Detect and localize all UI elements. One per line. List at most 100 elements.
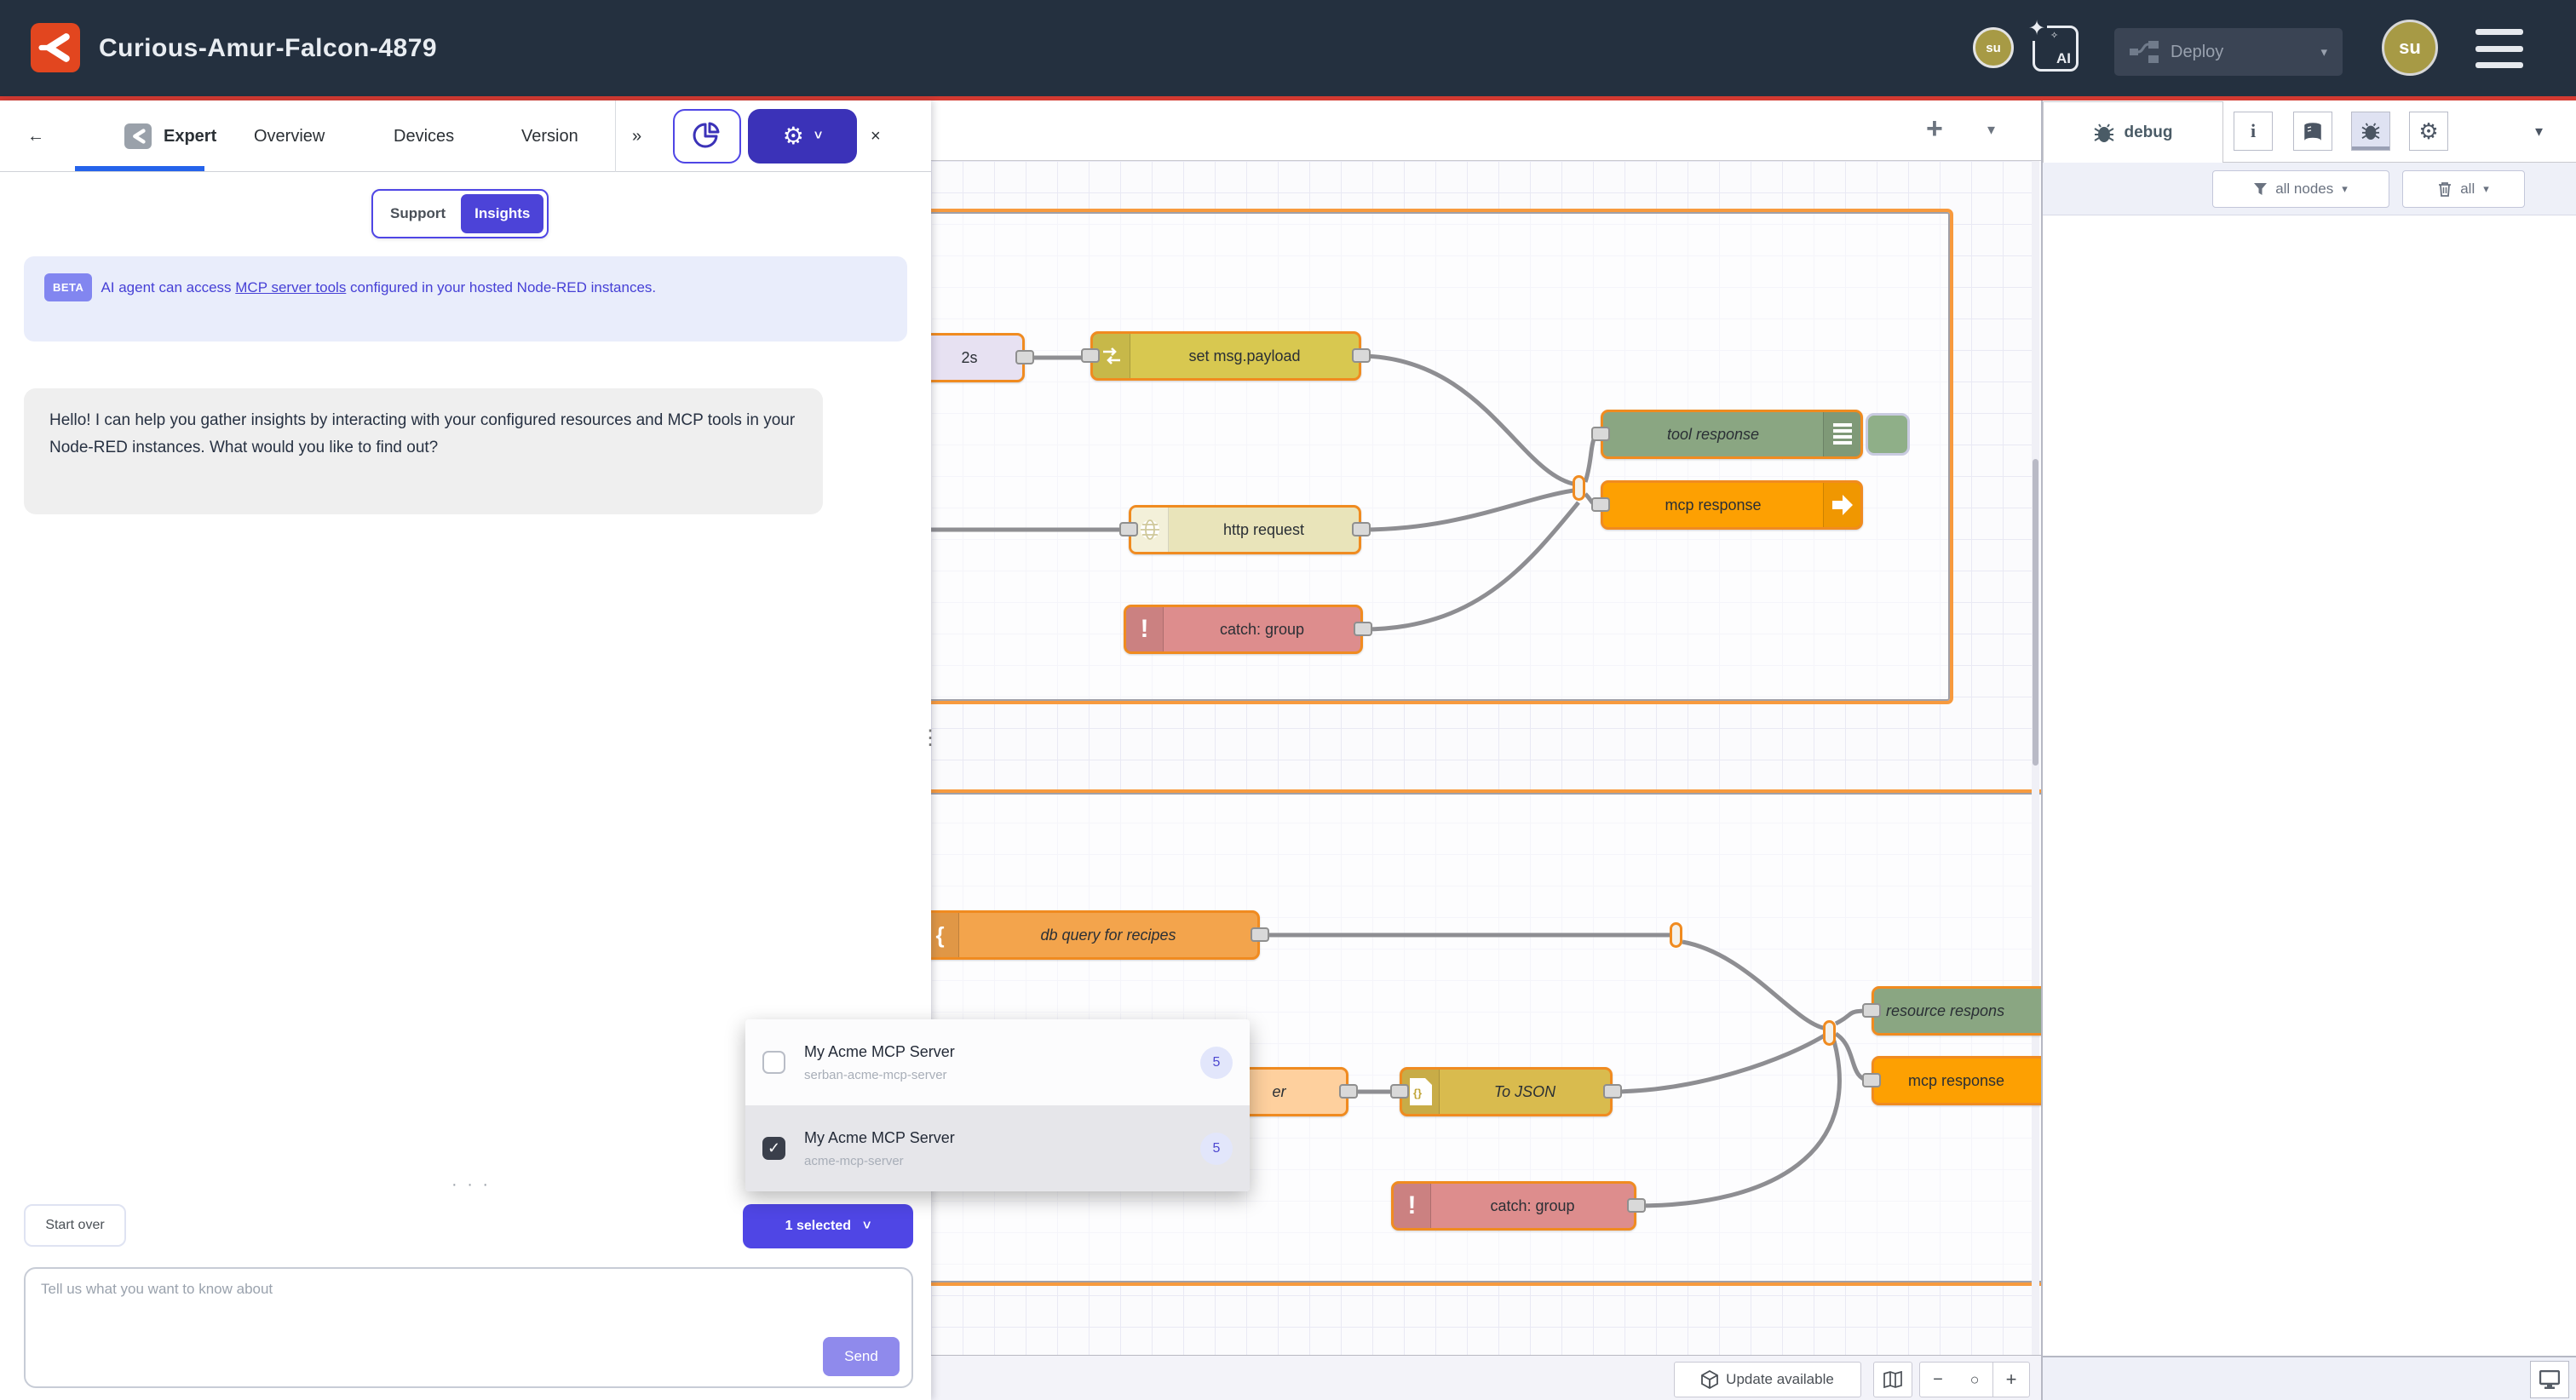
resize-grip-dots[interactable]: · · ·: [451, 1175, 491, 1195]
toggle-insights[interactable]: Insights: [461, 194, 543, 233]
node-mcp-response-1[interactable]: mcp response: [1601, 480, 1863, 530]
output-port[interactable]: [1251, 927, 1269, 942]
insights-pie-button[interactable]: [673, 109, 741, 164]
tab-devices[interactable]: Devices: [394, 100, 454, 172]
sidebar-menu-caret-icon[interactable]: ▾: [2535, 123, 2543, 141]
update-available-button[interactable]: Update available: [1674, 1362, 1861, 1397]
close-panel-icon[interactable]: ×: [871, 100, 881, 172]
scrollbar-thumb[interactable]: [2033, 459, 2038, 766]
funnel-icon: [2254, 183, 2267, 195]
back-arrow-icon[interactable]: ←: [27, 100, 44, 172]
deploy-caret-icon[interactable]: ▾: [2320, 44, 2327, 60]
node-to-json[interactable]: {} To JSON: [1400, 1067, 1613, 1116]
config-gear-icon[interactable]: ⚙: [2409, 112, 2448, 151]
input-port[interactable]: [1862, 1073, 1881, 1087]
mcp-server-option[interactable]: My Acme MCP Server serban-acme-mcp-serve…: [745, 1019, 1250, 1105]
debug-enable-toggle[interactable]: [1866, 413, 1910, 456]
node-resource-response[interactable]: resource respons: [1872, 986, 2041, 1036]
divider: [615, 100, 616, 172]
output-port[interactable]: [1352, 522, 1371, 536]
node-catch-group-2[interactable]: ! catch: group: [1391, 1181, 1636, 1231]
input-port[interactable]: [1390, 1084, 1409, 1099]
canvas-footer: Update available − ○ +: [931, 1355, 2041, 1400]
node-set-msg-payload[interactable]: set msg.payload: [1090, 331, 1361, 381]
flow-list-caret-icon[interactable]: ▾: [1987, 121, 1995, 139]
filter-nodes-dropdown[interactable]: all nodes ▾: [2212, 170, 2389, 208]
input-port[interactable]: [1862, 1003, 1881, 1018]
catch-exclaim-icon: !: [1126, 607, 1164, 651]
svg-text:{}: {}: [1413, 1087, 1422, 1099]
output-port[interactable]: [1339, 1084, 1358, 1099]
flow-editor-canvas[interactable]: 2s set msg.payload http request ! catch:…: [931, 100, 2041, 1400]
debug-footer: [2043, 1356, 2576, 1400]
info-tab-icon[interactable]: i: [2234, 112, 2273, 151]
canvas-scrollbar[interactable]: [2032, 161, 2039, 1355]
input-port[interactable]: [1591, 427, 1610, 441]
debug-tab-icon[interactable]: [2351, 112, 2390, 151]
workspace-tabbar: + ▾: [931, 100, 2041, 161]
help-book-icon[interactable]: [2293, 112, 2332, 151]
output-port[interactable]: [1603, 1084, 1622, 1099]
output-port[interactable]: [1015, 350, 1034, 364]
node-inject-2s[interactable]: 2s: [931, 333, 1025, 382]
caret-down-icon: ▾: [2342, 182, 2348, 196]
node-db-query[interactable]: { db query for recipes: [931, 910, 1260, 960]
zoom-out-button[interactable]: −: [1919, 1362, 1957, 1397]
node-tool-response[interactable]: tool response: [1601, 410, 1863, 459]
message-input[interactable]: [41, 1281, 773, 1374]
brace-icon: {: [931, 913, 959, 957]
ai-assistant-panel: ← Expert Overview Devices Version » ⚙ ˅ …: [0, 100, 931, 1400]
clear-messages-dropdown[interactable]: all ▾: [2402, 170, 2525, 208]
add-flow-icon[interactable]: +: [1926, 112, 1943, 146]
node-catch-group-1[interactable]: ! catch: group: [1124, 605, 1363, 654]
tab-version[interactable]: Version: [521, 100, 578, 172]
deploy-button[interactable]: Deploy ▾: [2114, 28, 2343, 76]
mcp-server-option[interactable]: ✓ My Acme MCP Server acme-mcp-server 5: [745, 1105, 1250, 1191]
package-icon: [1701, 1370, 1718, 1389]
main-menu-icon[interactable]: [2475, 29, 2523, 68]
panel-resize-dots-icon[interactable]: ⋮: [920, 729, 940, 748]
tab-overview[interactable]: Overview: [254, 100, 325, 172]
tab-expert[interactable]: Expert: [164, 100, 216, 172]
mcp-server-tools-link[interactable]: MCP server tools: [235, 279, 346, 295]
beta-notice: BETAAI agent can access MCP server tools…: [24, 256, 907, 341]
top-navbar: Curious-Amur-Falcon-4879 su ✦ ✧ AI Deplo…: [0, 0, 2576, 96]
toggle-support[interactable]: Support: [377, 194, 459, 233]
flowfuse-logo-icon[interactable]: [31, 23, 80, 72]
wire-junction[interactable]: [1823, 1020, 1836, 1046]
input-port[interactable]: [1591, 497, 1610, 512]
ai-assistant-icon[interactable]: ✦ ✧ AI: [2033, 26, 2079, 72]
input-port[interactable]: [1119, 522, 1138, 536]
node-http-request[interactable]: http request: [1129, 505, 1361, 554]
user-avatar[interactable]: su: [2382, 20, 2438, 76]
wire-junction[interactable]: [1573, 475, 1585, 501]
output-port[interactable]: [1627, 1198, 1646, 1213]
zoom-reset-button[interactable]: ○: [1956, 1362, 1993, 1397]
output-port[interactable]: [1352, 348, 1371, 363]
open-in-window-button[interactable]: [2530, 1361, 2569, 1398]
settings-dropdown-button[interactable]: ⚙ ˅: [748, 109, 857, 164]
selected-servers-dropdown[interactable]: 1 selected ˅: [743, 1204, 913, 1248]
checkbox-unchecked[interactable]: [762, 1051, 785, 1074]
minimap-button[interactable]: [1873, 1362, 1912, 1397]
server-id: acme-mcp-server: [804, 1154, 1182, 1168]
map-icon: [1883, 1371, 1902, 1388]
checkbox-checked[interactable]: ✓: [762, 1137, 785, 1160]
sparkle-icon: ✦: [2027, 16, 2047, 41]
user-avatar-small[interactable]: su: [1973, 27, 2014, 68]
trash-icon: [2438, 181, 2452, 197]
monitor-icon: [2539, 1370, 2560, 1389]
zoom-in-button[interactable]: +: [1992, 1362, 2030, 1397]
bug-icon: [2094, 123, 2114, 142]
input-port[interactable]: [1081, 348, 1100, 363]
active-tab-underline: [75, 166, 204, 171]
node-mcp-response-2[interactable]: mcp response: [1872, 1056, 2041, 1105]
output-port[interactable]: [1354, 622, 1372, 636]
tab-debug[interactable]: debug: [2043, 101, 2223, 163]
start-over-button[interactable]: Start over: [24, 1204, 126, 1247]
beta-badge: BETA: [44, 273, 92, 301]
send-button[interactable]: Send: [823, 1337, 900, 1376]
tabs-overflow-icon[interactable]: »: [632, 100, 641, 172]
server-title: My Acme MCP Server: [804, 1043, 1182, 1061]
wire-junction[interactable]: [1670, 922, 1682, 948]
